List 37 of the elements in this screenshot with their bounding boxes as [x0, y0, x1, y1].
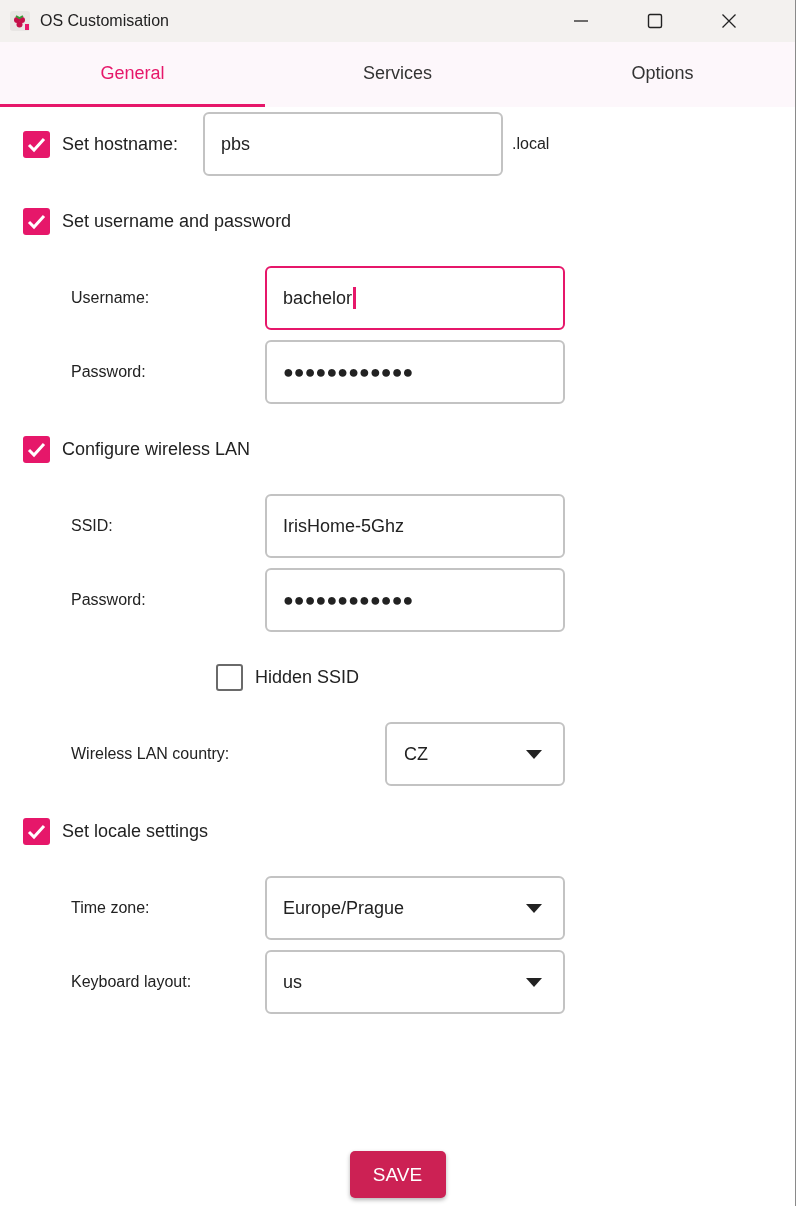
checkbox[interactable]	[23, 435, 50, 463]
tab[interactable]: General	[0, 42, 265, 107]
input-field[interactable]: ●●●●●●●●●●●●	[265, 568, 565, 632]
caret-icon	[526, 749, 542, 759]
dropdown[interactable]: Europe/Prague	[265, 876, 565, 940]
input-field[interactable]: ●●●●●●●●●●●●	[265, 340, 565, 404]
maximize-icon[interactable]	[647, 13, 663, 29]
input-field[interactable]: bachelor	[265, 266, 565, 330]
domain-suffix: .local	[512, 135, 550, 153]
dropdown[interactable]: CZ	[385, 722, 565, 786]
save-button[interactable]: SAVE	[349, 1151, 446, 1198]
input-field[interactable]: IrisHome-5Ghz	[265, 494, 565, 558]
field-label: Username:	[71, 289, 151, 307]
checkbox[interactable]	[23, 817, 50, 845]
field-label: SSID:	[71, 517, 114, 535]
dropdown[interactable]: us	[265, 950, 565, 1014]
checkbox[interactable]	[216, 663, 243, 691]
caret-icon	[526, 903, 542, 913]
checkbox-label: Set username and password	[62, 210, 292, 232]
field-label: Password:	[71, 591, 147, 609]
field-label: Password:	[71, 363, 147, 381]
close-icon[interactable]	[721, 13, 737, 29]
raspberry-icon	[9, 10, 31, 32]
field-label: Time zone:	[71, 899, 151, 917]
checkbox[interactable]	[23, 207, 50, 235]
hostname-field[interactable]: pbs	[203, 112, 503, 176]
checkbox-label: Set locale settings	[62, 820, 209, 842]
checkbox-label: Set hostname:	[62, 133, 180, 155]
field-label: Keyboard layout:	[71, 973, 193, 991]
checkbox-label: Configure wireless LAN	[62, 438, 251, 460]
tab[interactable]: Services	[265, 42, 530, 107]
window-title: OS Customisation	[40, 12, 169, 30]
caret-icon	[526, 977, 542, 987]
checkbox-label: Hidden SSID	[255, 666, 360, 688]
checkbox[interactable]	[23, 130, 50, 158]
field-label: Wireless LAN country:	[71, 745, 231, 763]
tab[interactable]: Options	[530, 42, 795, 107]
